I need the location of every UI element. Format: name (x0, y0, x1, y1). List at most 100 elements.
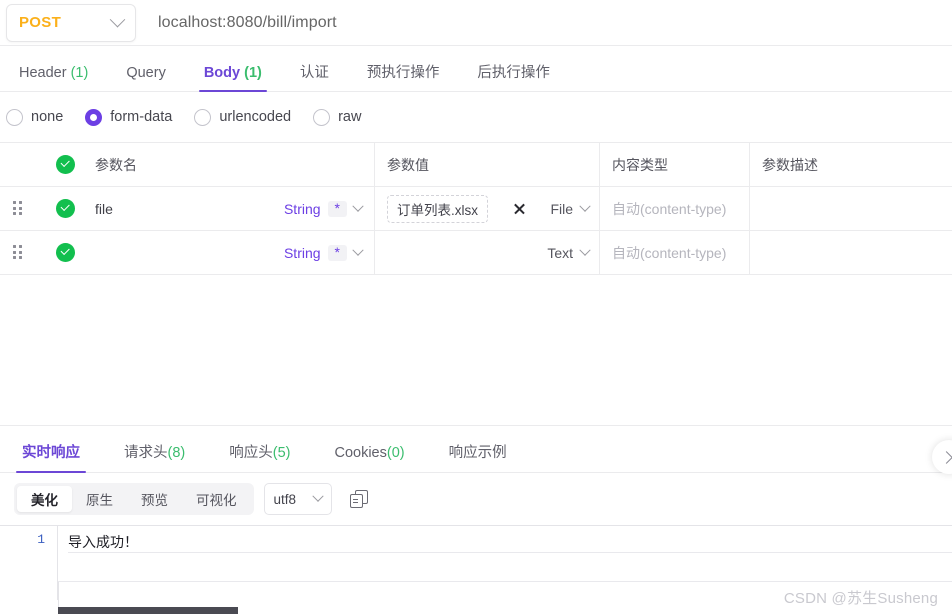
encoding-label: utf8 (273, 491, 297, 507)
header-cell-content-type: 内容类型 (600, 143, 750, 186)
url-input[interactable]: localhost:8080/bill/import (158, 14, 337, 32)
response-tab-live-label: 实时响应 (22, 444, 80, 461)
radio-none-dot (6, 108, 23, 126)
api-client-window: POST localhost:8080/bill/import Header (… (0, 0, 952, 614)
value-mode-label: Text (547, 244, 573, 261)
view-mode-preview[interactable]: 预览 (127, 486, 182, 512)
tab-header-count: (1) (70, 64, 89, 81)
chevron-down-icon (311, 490, 324, 502)
select-all-check-icon[interactable] (56, 155, 75, 174)
header-cell-description: 参数描述 (750, 143, 952, 186)
line-number: 1 (37, 532, 45, 547)
copy-icon[interactable] (349, 489, 369, 509)
content-type-input: 自动(content-type) (612, 244, 727, 261)
view-mode-preview-label: 预览 (141, 493, 168, 508)
horizontal-scrollbar[interactable] (58, 607, 238, 614)
header-label-value: 参数值 (387, 156, 429, 173)
row-content-type-cell[interactable]: 自动(content-type) (600, 187, 750, 230)
divider (58, 581, 952, 582)
tab-query[interactable]: Query (107, 65, 185, 92)
chevron-down-icon (579, 244, 591, 256)
view-mode-raw[interactable]: 原生 (72, 486, 127, 512)
content-type-input: 自动(content-type) (612, 200, 727, 217)
header-label-name: 参数名 (95, 156, 137, 173)
response-tab-response-headers-label: 响应头 (229, 444, 273, 461)
table-empty-space (0, 275, 952, 425)
encoding-select[interactable]: utf8 (263, 483, 332, 515)
param-type-label: String (283, 244, 321, 261)
header-cell-value: 参数值 (375, 143, 600, 186)
tab-header[interactable]: Header (1) (0, 64, 107, 92)
view-mode-visualize[interactable]: 可视化 (182, 486, 251, 512)
row-name-cell: String * (38, 231, 375, 274)
row-content-type-cell[interactable]: 自动(content-type) (600, 231, 750, 274)
param-name-input[interactable]: file (95, 201, 284, 217)
response-tab-request-headers-label: 请求头 (124, 444, 168, 461)
response-toolbar: 美化 原生 预览 可视化 utf8 (0, 473, 952, 525)
row-name-cell: file String * (38, 187, 375, 230)
close-icon[interactable] (513, 202, 526, 215)
row-drag-handle[interactable] (0, 231, 38, 274)
radio-none-label: none (31, 109, 64, 125)
response-tab-response-headers[interactable]: 响应头(5) (207, 444, 312, 473)
radio-form-data-label: form-data (110, 109, 173, 125)
header-drag-spacer (0, 143, 38, 186)
chevron-down-icon (109, 11, 126, 28)
radio-raw-dot (313, 108, 331, 126)
line-number-gutter: 1 (0, 526, 58, 600)
tab-body[interactable]: Body (1) (185, 65, 281, 92)
table-header-row: 参数名 参数值 内容类型 参数描述 (0, 143, 952, 187)
radio-raw-label: raw (338, 109, 362, 125)
row-drag-handle[interactable] (0, 187, 38, 230)
form-data-param-table: 参数名 参数值 内容类型 参数描述 file String * 订单列表.xls… (0, 142, 952, 275)
table-row: String * Text 自动(content-type) (0, 231, 952, 275)
drag-handle-icon (13, 201, 25, 216)
value-mode-select[interactable]: Text (547, 244, 591, 261)
tab-auth[interactable]: 认证 (281, 64, 348, 92)
watermark: CSDN @苏生Susheng (783, 590, 938, 607)
response-tab-request-headers-count: (8) (167, 444, 186, 461)
code-line: 导入成功！ (68, 531, 952, 553)
chevron-down-icon (579, 200, 591, 212)
response-tab-cookies-label: Cookies (334, 444, 387, 461)
row-enabled-check-icon[interactable] (56, 243, 75, 262)
row-value-cell: Text (375, 231, 600, 274)
tab-pre-request[interactable]: 预执行操作 (348, 64, 459, 92)
response-tab-live[interactable]: 实时响应 (0, 444, 102, 473)
row-description-cell[interactable] (750, 187, 952, 230)
param-type-select[interactable]: String * (283, 244, 364, 261)
response-tab-cookies[interactable]: Cookies(0) (312, 444, 426, 473)
value-mode-select[interactable]: File (550, 200, 591, 217)
view-mode-visualize-label: 可视化 (196, 493, 237, 508)
url-bar: POST localhost:8080/bill/import (0, 0, 952, 46)
response-tabs: 实时响应 请求头(8) 响应头(5) Cookies(0) 响应示例 (0, 426, 952, 473)
header-cell-name: 参数名 (38, 143, 375, 186)
tab-post-request[interactable]: 后执行操作 (458, 64, 569, 92)
file-chip[interactable]: 订单列表.xlsx (387, 194, 488, 223)
radio-urlencoded[interactable]: urlencoded (194, 108, 291, 126)
response-view-mode-group: 美化 原生 预览 可视化 (14, 483, 254, 515)
header-label-description: 参数描述 (762, 156, 818, 173)
radio-form-data[interactable]: form-data (85, 108, 173, 126)
row-enabled-check-icon[interactable] (56, 199, 75, 218)
row-description-cell[interactable] (750, 231, 952, 274)
drag-handle-icon (13, 245, 25, 260)
response-tab-examples[interactable]: 响应示例 (427, 444, 529, 473)
param-type-select[interactable]: String * (284, 200, 364, 217)
tab-auth-label: 认证 (299, 64, 329, 81)
response-tab-examples-label: 响应示例 (448, 444, 507, 461)
radio-urlencoded-dot (194, 108, 212, 126)
tab-pre-request-label: 预执行操作 (366, 64, 440, 81)
http-method-select[interactable]: POST (6, 3, 136, 42)
required-badge: * (327, 244, 347, 261)
table-row: file String * 订单列表.xlsx File 自动(content-… (0, 187, 952, 231)
value-mode-label: File (550, 200, 573, 217)
tab-post-request-label: 后执行操作 (477, 64, 550, 81)
view-mode-pretty[interactable]: 美化 (17, 486, 72, 512)
row-value-cell: 订单列表.xlsx File (375, 187, 600, 230)
header-label-content-type: 内容类型 (612, 156, 668, 173)
radio-none[interactable]: none (6, 108, 64, 126)
radio-raw[interactable]: raw (313, 108, 362, 126)
response-tab-request-headers[interactable]: 请求头(8) (102, 444, 207, 473)
